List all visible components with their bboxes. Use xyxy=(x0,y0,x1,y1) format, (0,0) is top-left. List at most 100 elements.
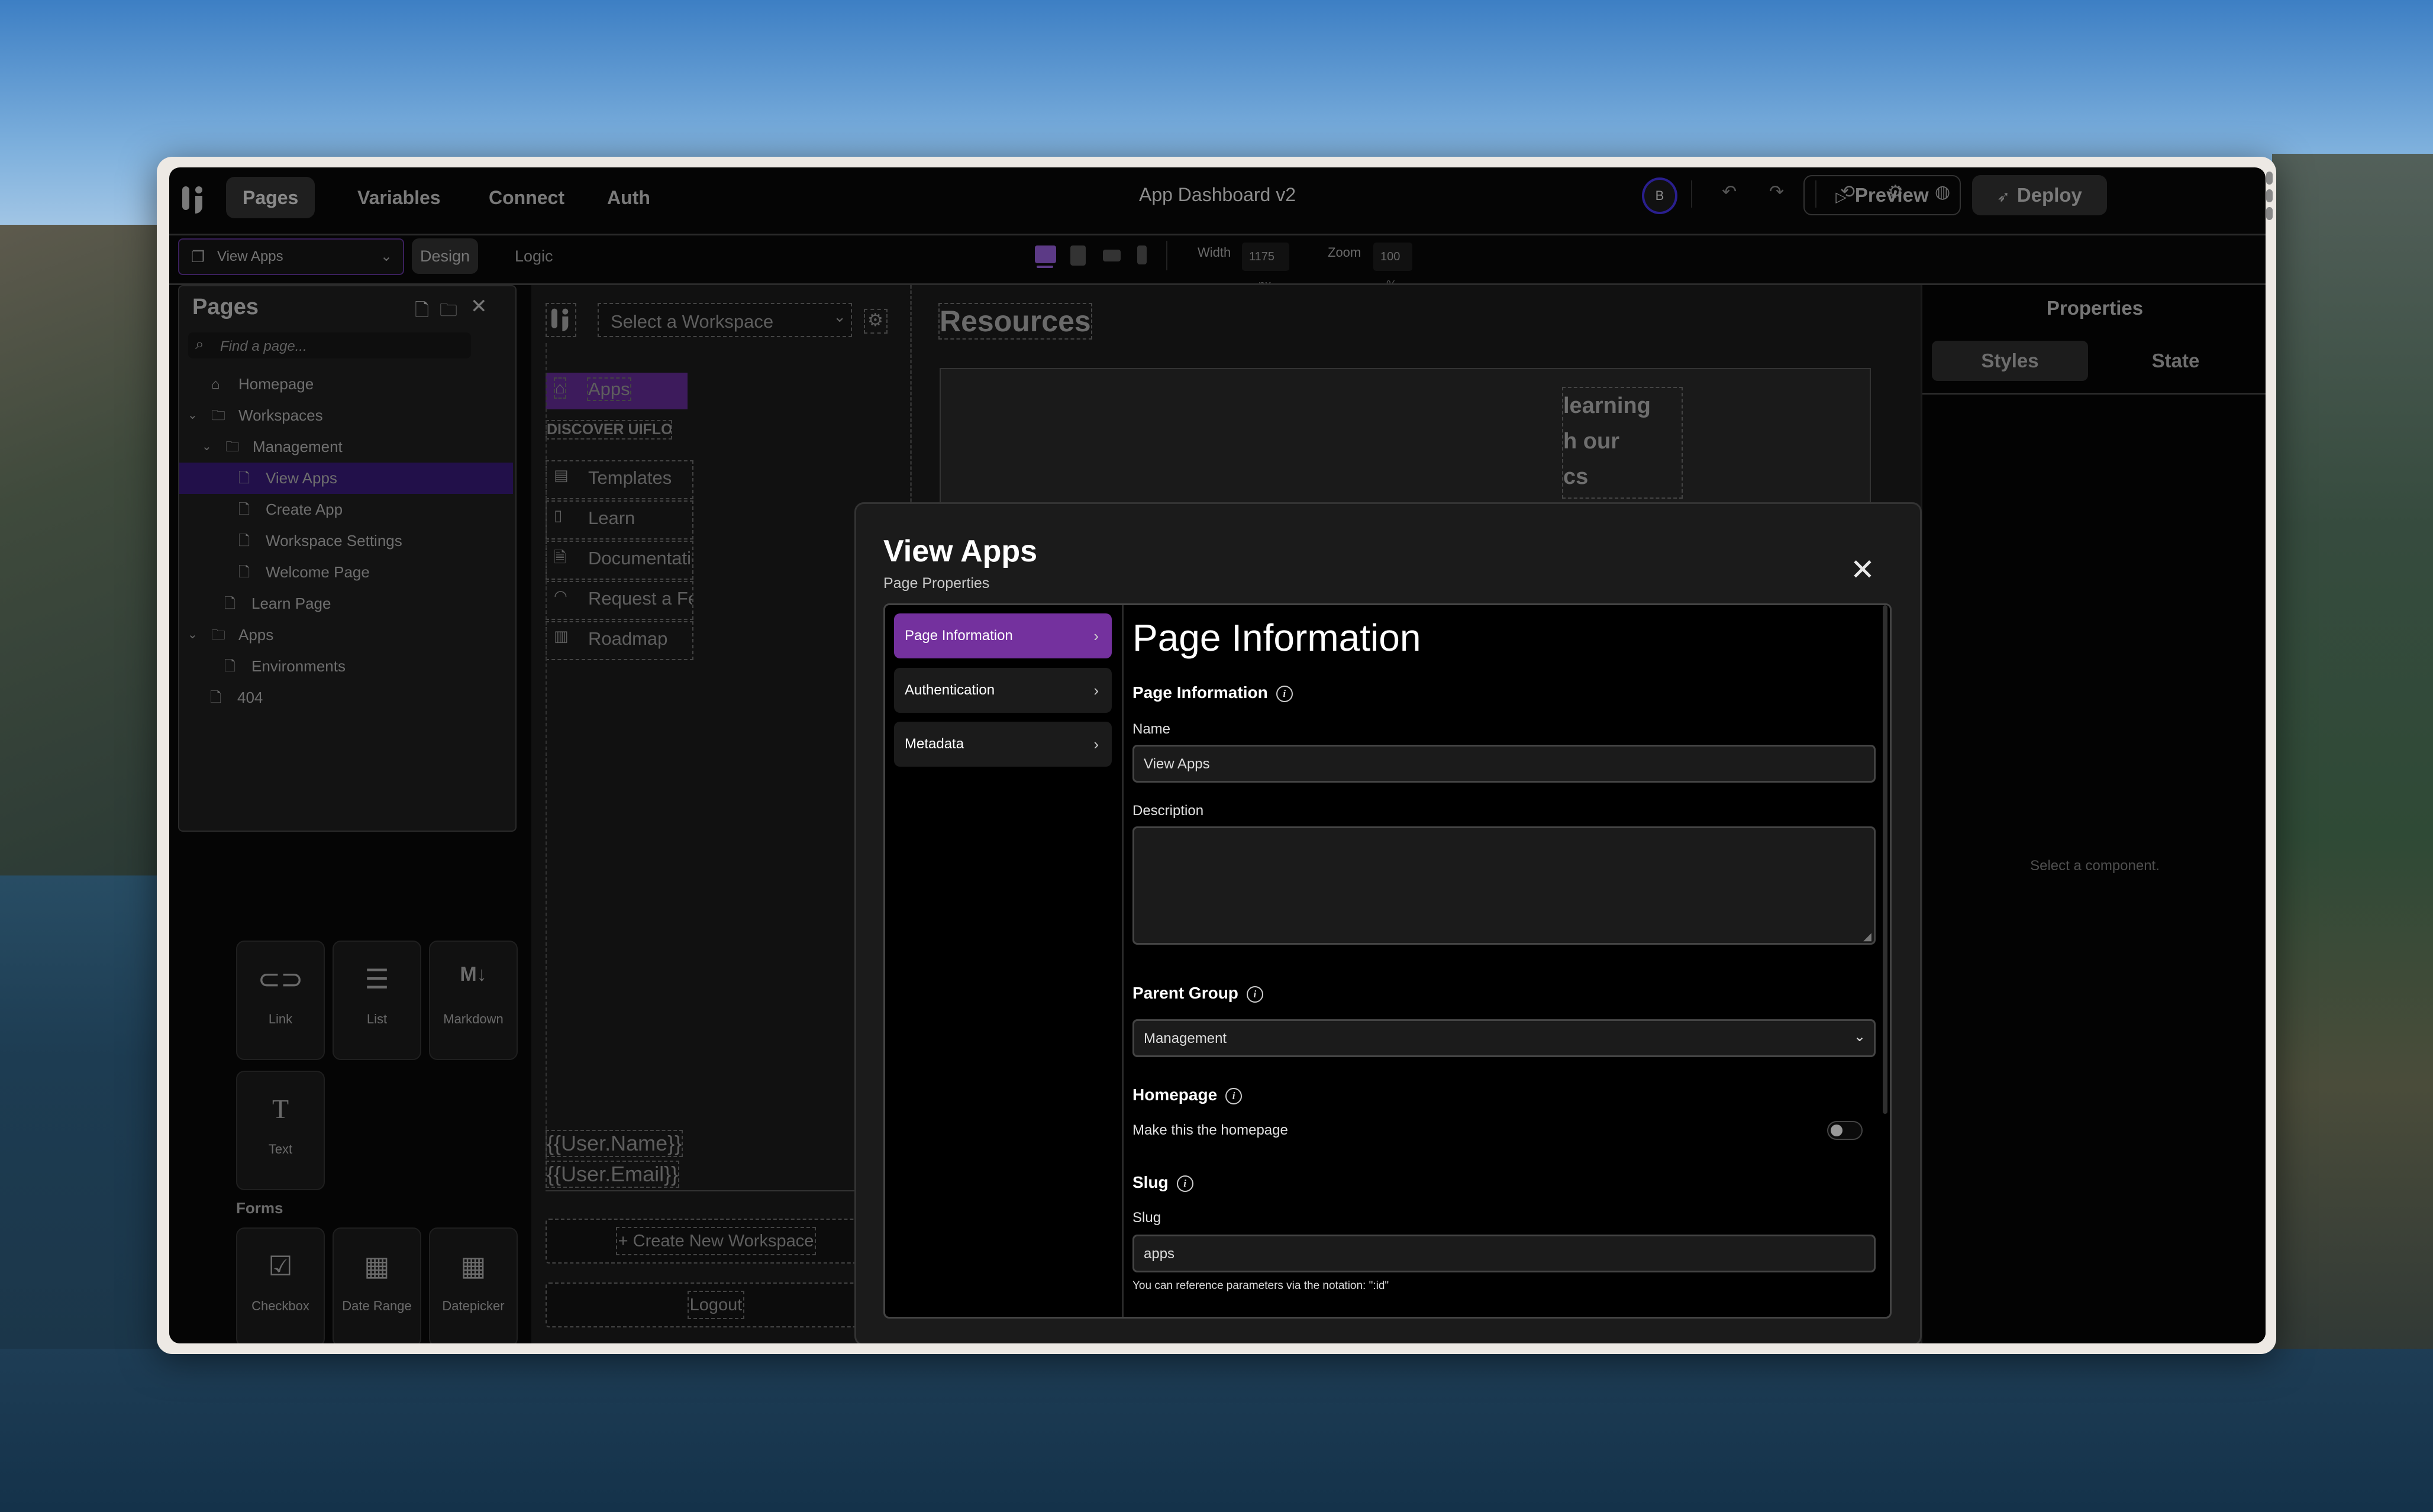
page-tree-item-label: View Apps xyxy=(266,469,337,487)
chevron-down-icon[interactable]: ⌄ xyxy=(188,619,198,651)
device-mobile-icon[interactable] xyxy=(1137,245,1147,264)
device-desktop-icon[interactable] xyxy=(1035,245,1056,263)
page-icon: 🗋 xyxy=(224,596,236,612)
deploy-button[interactable]: ➶ Deploy xyxy=(1972,175,2107,215)
homepage-heading: Homepage i xyxy=(1132,1085,1243,1104)
page-tree-item[interactable]: ⌂ Homepage xyxy=(179,369,513,400)
palette-tile-checkbox[interactable]: ☑ Checkbox xyxy=(236,1227,325,1343)
folder-icon: 🗀 xyxy=(211,627,225,643)
add-page-icon[interactable]: 🗋 xyxy=(415,297,429,327)
canvas-link-documentation[interactable]: 🗎Documentation xyxy=(546,541,693,580)
palette-tile-link[interactable]: ⊂⊃ Link xyxy=(236,941,325,1060)
name-label: Name xyxy=(1132,721,1171,737)
page-select-dropdown[interactable]: ❐ View Apps ⌄ xyxy=(178,238,404,275)
canvas-guide xyxy=(546,343,547,1171)
canvas-user-email[interactable]: {{User.Email}} xyxy=(546,1161,680,1188)
page-tree-item[interactable]: 🗋 404 xyxy=(179,682,513,713)
redo-icon[interactable]: ↷ xyxy=(1769,182,1784,202)
page-tree-item-label: Welcome Page xyxy=(266,563,370,581)
page-tree-item[interactable]: 🗋 Learn Page xyxy=(179,588,513,619)
checkbox-icon: ☑ xyxy=(268,1251,293,1281)
page-tree-item[interactable]: ⌄ 🗀 Workspaces xyxy=(179,400,513,431)
page-tree-item[interactable]: 🗋 View Apps xyxy=(179,463,513,494)
homepage-toggle-label: Make this the homepage xyxy=(1132,1122,1288,1138)
canvas-workspace-select[interactable]: Select a Workspace ⌄ xyxy=(598,303,852,337)
search-icon: ⌕ xyxy=(195,335,204,353)
canvas-logo-icon[interactable] xyxy=(546,303,576,337)
chevron-down-icon: ⌄ xyxy=(833,308,846,325)
app-shell: Pages Variables Connect Auth App Dashboa… xyxy=(169,167,2266,1343)
modal-nav-metadata[interactable]: Metadata › xyxy=(894,722,1112,767)
close-icon[interactable]: ✕ xyxy=(470,295,488,318)
slug-label: Slug xyxy=(1132,1210,1161,1226)
palette-tile-text[interactable]: T Text xyxy=(236,1071,325,1190)
modal-nav-authentication[interactable]: Authentication › xyxy=(894,668,1112,713)
info-icon[interactable]: i xyxy=(1246,986,1263,1003)
modal-nav-page-information[interactable]: Page Information › xyxy=(894,613,1112,658)
canvas-link-roadmap[interactable]: ▥ Roadmap xyxy=(546,621,693,660)
chevron-down-icon: ⌄ xyxy=(1853,1029,1866,1045)
top-bar: Pages Variables Connect Auth App Dashboa… xyxy=(169,167,2266,235)
page-properties-modal: View Apps Page Properties ✕ Page Informa… xyxy=(854,502,1922,1343)
page-tree-item[interactable]: 🗋 Welcome Page xyxy=(179,557,513,588)
page-tree-item[interactable]: 🗋 Workspace Settings xyxy=(179,525,513,557)
page-tree-item[interactable]: 🗋 Environments xyxy=(179,651,513,682)
find-page-search[interactable]: ⌕ Find a page... xyxy=(188,332,471,358)
width-input[interactable]: 1175 px xyxy=(1242,243,1289,292)
resize-handle-icon[interactable]: ◢ xyxy=(1863,931,1871,943)
canvas-link-request-feature[interactable]: ◠Request a Feature xyxy=(546,581,693,620)
canvas-link-templates[interactable]: ▤ Templates xyxy=(546,460,693,499)
divider xyxy=(1691,180,1692,208)
modal-nav: Page Information › Authentication › Metada… xyxy=(885,605,1124,1317)
book-icon: ▯ xyxy=(554,506,563,524)
info-icon[interactable]: i xyxy=(1225,1087,1243,1104)
zoom-input[interactable]: 100 % xyxy=(1373,243,1412,292)
canvas-logout-button[interactable]: Logout xyxy=(546,1282,886,1327)
promo-text: learning h our cs xyxy=(1562,387,1683,499)
slug-input[interactable]: apps xyxy=(1132,1235,1876,1272)
name-input[interactable]: View Apps xyxy=(1132,745,1876,783)
canvas-user-name[interactable]: {{User.Name}} xyxy=(546,1130,683,1157)
window-drag-handle[interactable] xyxy=(2266,172,2273,225)
modal-body: Page Information › Authentication › Metada… xyxy=(883,603,1892,1319)
palette-tile-markdown[interactable]: M↓ Markdown xyxy=(429,941,518,1060)
canvas-gear-icon[interactable]: ⚙ xyxy=(864,309,888,334)
info-icon[interactable]: i xyxy=(1276,685,1293,702)
homepage-toggle[interactable] xyxy=(1827,1121,1863,1140)
undo-icon[interactable]: ↶ xyxy=(1722,182,1737,202)
mode-design-tab[interactable]: Design xyxy=(412,238,479,274)
desktop-wallpaper-left xyxy=(0,225,178,875)
close-icon[interactable]: ✕ xyxy=(1850,553,1875,587)
canvas-link-learn[interactable]: ▯ Learn xyxy=(546,500,693,539)
page-tree-item[interactable]: 🗋 Create App xyxy=(179,494,513,525)
home-icon: ⌂ xyxy=(554,377,566,399)
description-textarea[interactable]: ◢ xyxy=(1132,826,1876,945)
tab-styles[interactable]: Styles xyxy=(1932,341,2088,381)
user-avatar[interactable]: B xyxy=(1642,177,1677,214)
width-label: Width xyxy=(1198,245,1231,260)
divider xyxy=(1922,393,2266,395)
palette-tile-datepicker[interactable]: ▦ Datepicker xyxy=(429,1227,518,1343)
tab-state[interactable]: State xyxy=(2098,341,2254,381)
modal-scrollbar[interactable] xyxy=(1883,605,1887,1114)
device-tablet-icon[interactable] xyxy=(1070,245,1086,266)
parent-group-select[interactable]: Management ⌄ xyxy=(1132,1019,1876,1057)
palette-tile-date-range[interactable]: ▦ Date Range xyxy=(333,1227,421,1343)
pages-panel-title: Pages xyxy=(192,295,259,319)
canvas-nav-apps[interactable]: ⌂ Apps xyxy=(546,373,688,409)
page-icon: 🗋 xyxy=(238,470,250,486)
palette-tile-list[interactable]: ☰ List xyxy=(333,941,421,1060)
mode-logic-tab[interactable]: Logic xyxy=(506,238,562,274)
chevron-down-icon[interactable]: ⌄ xyxy=(188,400,198,431)
page-tree-item-label: Apps xyxy=(238,626,274,644)
map-icon: ▥ xyxy=(554,627,569,645)
info-icon[interactable]: i xyxy=(1176,1175,1193,1192)
device-tablet-landscape-icon[interactable] xyxy=(1103,250,1121,261)
page-tree-item[interactable]: ⌄ 🗀 Apps xyxy=(179,619,513,651)
canvas-create-workspace-button[interactable]: + Create New Workspace xyxy=(546,1219,886,1264)
page-tree-item[interactable]: ⌄ 🗀 Management xyxy=(179,431,513,463)
add-folder-icon[interactable]: 🗀 xyxy=(440,297,457,327)
calendar-icon: ▦ xyxy=(460,1251,486,1281)
preview-button[interactable]: ▷ Preview xyxy=(1803,175,1961,215)
chevron-down-icon[interactable]: ⌄ xyxy=(202,431,212,463)
